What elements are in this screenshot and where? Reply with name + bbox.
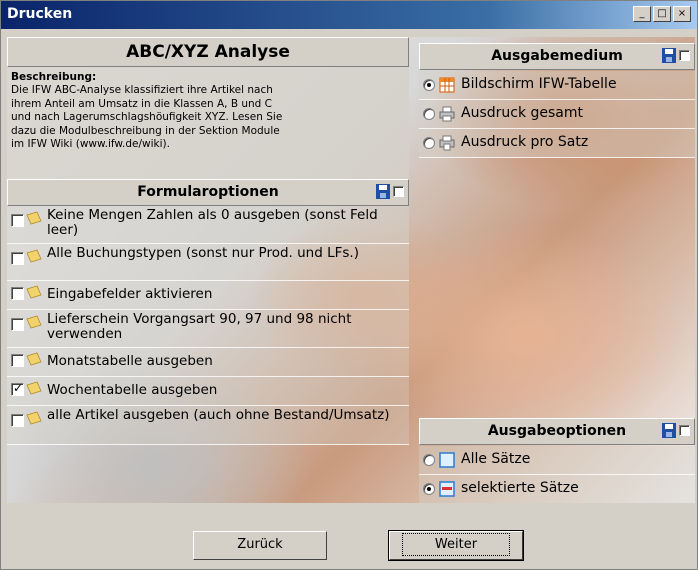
form-option-checkbox[interactable] (11, 318, 24, 331)
save-icon[interactable] (376, 184, 390, 199)
note-icon (26, 285, 42, 299)
output-medium-option[interactable]: Ausdruck pro Satz (419, 129, 695, 158)
note-icon (26, 249, 42, 263)
form-options-header: Formularoptionen (7, 179, 409, 206)
radio-button[interactable] (423, 483, 435, 495)
selected-records-icon (439, 481, 455, 497)
all-records-icon (439, 452, 455, 468)
button-bar: Zurück Weiter (1, 506, 697, 569)
form-option-checkbox[interactable] (11, 354, 24, 367)
form-option-row[interactable]: Alle Buchungstypen (sonst nur Prod. und … (7, 244, 409, 281)
close-button[interactable]: × (673, 6, 691, 22)
dialog-content: ABC/XYZ Analyse Beschreibung: Die IFW AB… (7, 37, 695, 503)
description-line: und nach Lagerumschlagshöufigkeit XYZ. L… (11, 111, 283, 124)
next-button-label: Weiter (401, 533, 511, 556)
form-option-checkbox[interactable] (11, 214, 24, 227)
radio-button[interactable] (423, 79, 435, 91)
output-options-header-icons (662, 423, 690, 438)
description-line: ihrem Anteil am Umsatz in die Klassen A,… (11, 97, 273, 110)
output-medium-header: Ausgabemedium (419, 43, 695, 70)
next-button[interactable]: Weiter (388, 530, 524, 561)
print-dialog: Drucken _ □ × ABC/XYZ Analyse Beschreibu… (0, 0, 698, 570)
output-option[interactable]: selektierte Sätze (419, 475, 695, 503)
output-medium-option[interactable]: Bildschirm IFW-Tabelle (419, 71, 695, 100)
output-medium-label: Ausdruck pro Satz (461, 134, 589, 150)
output-options-toggle-checkbox[interactable] (679, 425, 690, 436)
description-line: Die IFW ABC-Analyse klassifiziert ihre A… (11, 84, 273, 97)
form-option-row[interactable]: Lieferschein Vorgangsart 90, 97 und 98 n… (7, 310, 409, 348)
analysis-title: ABC/XYZ Analyse (7, 37, 409, 67)
maximize-button[interactable]: □ (653, 6, 671, 22)
note-icon (26, 352, 42, 366)
note-icon (26, 381, 42, 395)
form-option-checkbox[interactable] (11, 414, 24, 427)
output-medium-title: Ausgabemedium (491, 48, 623, 64)
form-option-row[interactable]: Monatstabelle ausgeben (7, 348, 409, 377)
output-options-header: Ausgabeoptionen (419, 418, 695, 445)
output-option[interactable]: Alle Sätze (419, 446, 695, 475)
title-bar[interactable]: Drucken _ □ × (1, 1, 697, 29)
output-medium-header-icons (662, 48, 690, 63)
output-option-label: selektierte Sätze (461, 480, 579, 496)
form-option-row[interactable]: Eingabefelder aktivieren (7, 281, 409, 310)
form-option-label: alle Artikel ausgeben (auch ohne Bestand… (47, 407, 390, 423)
note-icon (26, 411, 42, 425)
printer-icon (439, 106, 455, 122)
save-icon[interactable] (662, 48, 676, 63)
window-controls: _ □ × (633, 6, 691, 22)
form-option-row[interactable]: Keine Mengen Zahlen als 0 ausgeben (sons… (7, 206, 409, 244)
form-options-title: Formularoptionen (137, 184, 279, 200)
output-medium-option[interactable]: Ausdruck gesamt (419, 100, 695, 129)
form-option-checkbox[interactable] (11, 381, 24, 396)
minimize-button[interactable]: _ (633, 6, 651, 22)
form-option-label: Alle Buchungstypen (sonst nur Prod. und … (47, 245, 359, 261)
radio-button[interactable] (423, 454, 435, 466)
form-option-row[interactable]: alle Artikel ausgeben (auch ohne Bestand… (7, 406, 409, 445)
form-option-label: Eingabefelder aktivieren (47, 286, 213, 302)
table-icon (439, 77, 455, 93)
form-option-row[interactable]: Wochentabelle ausgeben (7, 377, 409, 406)
form-option-label: Lieferschein Vorgangsart 90, 97 und 98 n… (47, 311, 352, 342)
description-heading: Beschreibung: (11, 71, 97, 83)
back-button[interactable]: Zurück (193, 531, 327, 560)
form-option-checkbox[interactable] (11, 287, 24, 300)
output-option-label: Alle Sätze (461, 451, 531, 467)
description-line: dazu die Modulbeschreibung in der Sektio… (11, 124, 280, 137)
form-option-label: Monatstabelle ausgeben (47, 353, 213, 369)
radio-button[interactable] (423, 108, 435, 120)
note-icon (26, 315, 42, 329)
form-option-checkbox[interactable] (11, 252, 24, 265)
note-icon (26, 211, 42, 225)
output-medium-label: Bildschirm IFW-Tabelle (461, 76, 617, 92)
description-line: im IFW Wiki (www.ifw.de/wiki). (11, 138, 170, 151)
window-title: Drucken (7, 6, 73, 22)
form-options-header-icons (376, 184, 404, 199)
form-option-label: Keine Mengen Zahlen als 0 ausgeben (sons… (47, 207, 378, 238)
output-medium-toggle-checkbox[interactable] (679, 50, 690, 61)
radio-button[interactable] (423, 137, 435, 149)
form-options-toggle-checkbox[interactable] (393, 186, 404, 197)
printer-record-icon (439, 135, 455, 151)
output-medium-label: Ausdruck gesamt (461, 105, 584, 121)
output-options-title: Ausgabeoptionen (487, 423, 627, 439)
form-option-label: Wochentabelle ausgeben (47, 382, 218, 398)
save-icon[interactable] (662, 423, 676, 438)
